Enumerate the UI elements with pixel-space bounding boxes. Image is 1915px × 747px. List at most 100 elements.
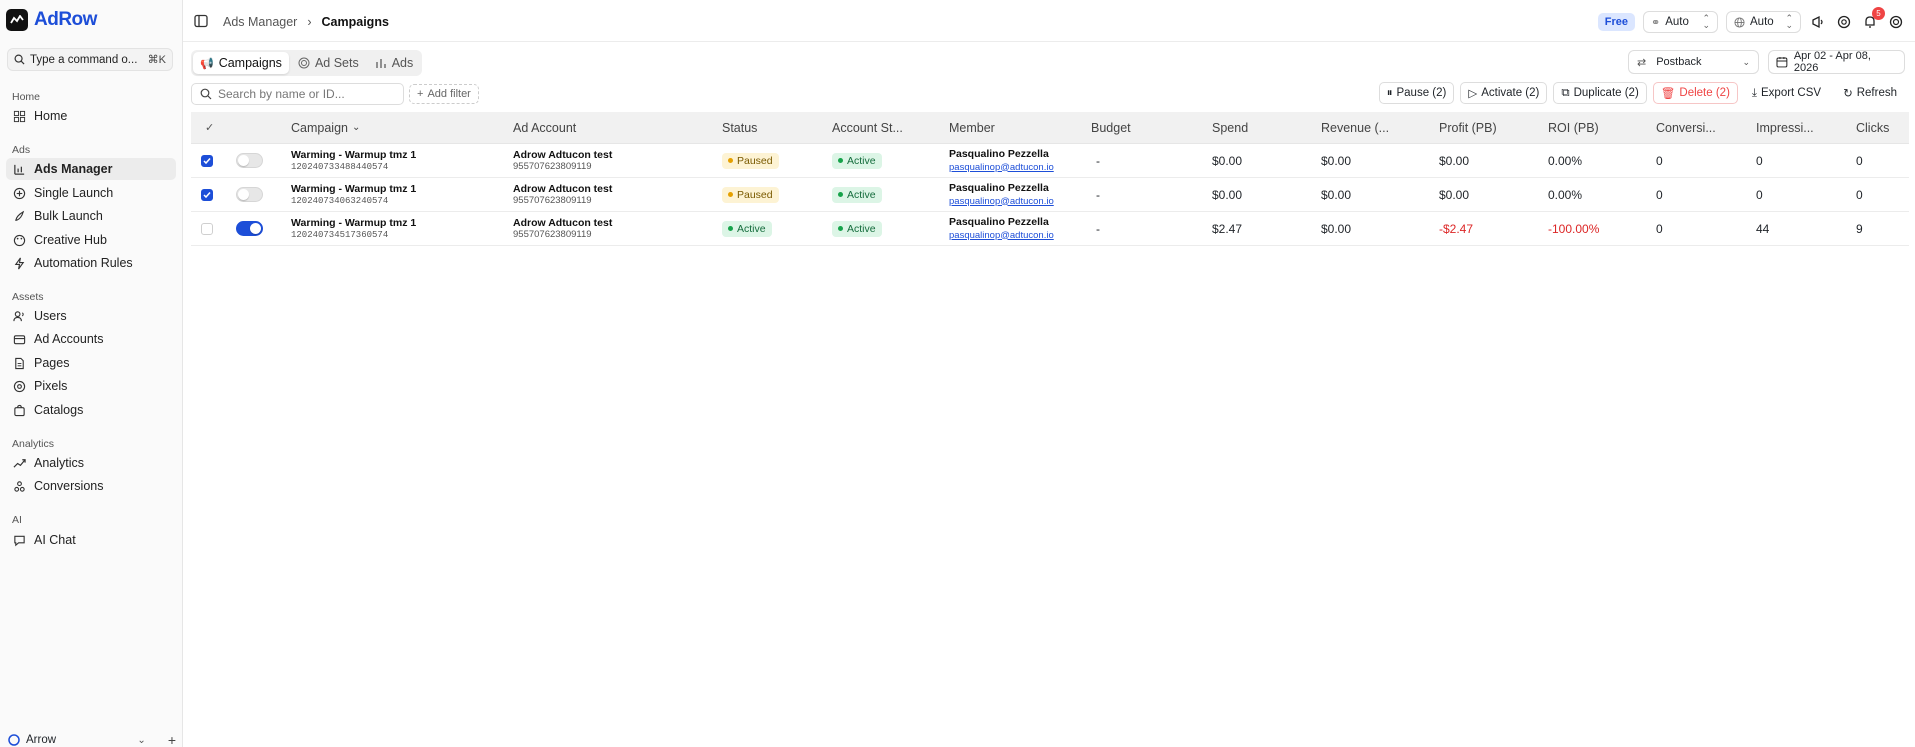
member-email[interactable]: pasqualinop@adtucon.io [949,195,1054,208]
table-row[interactable]: Warming - Warmup tmz 1 120240734517360574… [191,212,1909,246]
column-header[interactable]: Revenue (... [1321,121,1439,135]
campaign-name[interactable]: Warming - Warmup tmz 1 [291,217,416,229]
table-row[interactable]: Warming - Warmup tmz 1 120240733488440574… [191,144,1909,178]
sidebar-item-catalogs[interactable]: Catalogs [6,399,176,421]
campaign-search[interactable] [191,83,404,105]
select-all-header[interactable]: ✓ [191,121,236,134]
duplicate-button[interactable]: ⧉ Duplicate (2) [1553,82,1647,104]
pause-button[interactable]: ⏸ Pause (2) [1378,82,1455,104]
brand-logo[interactable]: AdRow [6,9,97,31]
member-email[interactable]: pasqualinop@adtucon.io [949,161,1054,174]
delete-button[interactable]: 🗑 Delete (2) [1652,82,1738,104]
export-label: Export CSV [1761,87,1822,99]
column-header-label: Member [949,120,995,135]
help-icon[interactable] [1835,13,1853,31]
member-email[interactable]: pasqualinop@adtucon.io [949,229,1054,242]
add-workspace-icon[interactable]: + [168,732,176,747]
row-checkbox[interactable] [201,154,213,167]
workspace-switcher[interactable]: Arrow ⌄ + [8,732,176,747]
column-header-label: Revenue (... [1321,120,1390,135]
home-icon [13,110,26,123]
sidebar-item-users[interactable]: Users [6,305,176,327]
refresh-button[interactable]: ↻ Refresh [1835,82,1905,104]
row-checkbox[interactable] [201,188,213,201]
status-toggle[interactable] [236,187,263,202]
campaign-name[interactable]: Warming - Warmup tmz 1 [291,183,416,195]
campaign-id: 120240734517360574 [291,229,389,240]
tab-ads[interactable]: Ads [368,52,421,74]
account-status-badge: Active [832,152,882,169]
status-toggle[interactable] [236,221,263,236]
bell-icon[interactable]: 5 [1861,7,1885,31]
tab-ad-sets[interactable]: Ad Sets [291,52,366,74]
row-checkbox[interactable] [201,222,213,235]
status-cell: Paused [722,152,832,169]
export-csv-button[interactable]: ⤓ Export CSV [1743,82,1830,104]
sidebar-item-ai-chat[interactable]: AI Chat [6,529,176,551]
campaign-cell[interactable]: Warming - Warmup tmz 1 120240733488440574 [291,149,513,173]
column-header[interactable]: Profit (PB) [1439,121,1548,135]
column-header[interactable]: Campaign ⌄ [291,121,513,135]
sidebar-item-ad-accounts[interactable]: Ad Accounts [6,328,176,350]
tab-campaigns[interactable]: 📢 Campaigns [193,52,289,74]
column-header[interactable]: ROI (PB) [1548,121,1656,135]
column-header[interactable]: Account St... [832,121,949,135]
row-toggle[interactable] [236,221,291,236]
row-toggle[interactable] [236,153,291,168]
sidebar-item-creative-hub[interactable]: Creative Hub [6,229,176,251]
row-select[interactable] [191,154,236,167]
column-header[interactable]: Impressi... [1756,121,1856,135]
add-filter-button[interactable]: + Add filter [409,84,479,104]
column-header[interactable]: Conversi... [1656,121,1756,135]
column-header[interactable]: Budget [1091,121,1212,135]
column-header[interactable]: Spend [1212,121,1321,135]
revenue-cell: $0.00 [1321,222,1439,236]
column-header[interactable]: Member [949,121,1091,135]
target-icon[interactable] [1887,13,1905,31]
breadcrumb-ads-manager[interactable]: Ads Manager [223,15,297,29]
activate-button[interactable]: ▷ Activate (2) [1460,82,1548,104]
sidebar-item-analytics[interactable]: Analytics [6,452,176,474]
column-header-label: ROI (PB) [1548,120,1599,135]
sidebar-item-automation-rules[interactable]: Automation Rules [6,252,176,274]
sidebar-section-title: Assets [12,291,44,303]
row-toggle[interactable] [236,187,291,202]
column-header[interactable]: Status [722,121,832,135]
sidebar-item-conversions[interactable]: Conversions [6,475,176,497]
auto-select-1[interactable]: ⚭ Auto ⌃ ⌄ [1643,11,1718,33]
column-header[interactable]: Ad Account [513,121,722,135]
status-badge: Paused [722,186,779,203]
spend-value: $2.47 [1212,221,1243,236]
postback-select[interactable]: ⇄ Postback ⌄ [1628,50,1759,74]
sidebar-section-title: Home [12,91,41,103]
campaign-cell[interactable]: Warming - Warmup tmz 1 120240734517360574 [291,217,513,241]
toggle-knob [238,189,249,200]
target-icon [13,380,26,393]
sidebar-item-label: Bulk Launch [34,209,103,223]
date-range-picker[interactable]: Apr 02 - Apr 08, 2026 [1768,50,1905,74]
account-status-label: Active [847,154,876,167]
row-select[interactable] [191,188,236,201]
column-header[interactable]: Clicks [1856,121,1915,135]
table-row[interactable]: Warming - Warmup tmz 1 120240734063240574… [191,178,1909,212]
sidebar-item-ads-manager[interactable]: Ads Manager [6,158,176,180]
sidebar-item-home[interactable]: Home [6,105,176,127]
file-icon [13,357,26,370]
sidebar-item-pages[interactable]: Pages [6,352,176,374]
search-input[interactable] [218,87,388,101]
account-status-label: Active [847,188,876,201]
row-select[interactable] [191,222,236,235]
roi-cell: 0.00% [1548,154,1656,168]
sidebar-item-single-launch[interactable]: Single Launch [6,182,176,204]
command-search[interactable]: Type a command o... ⌘K [7,48,173,71]
status-toggle[interactable] [236,153,263,168]
sidebar-item-pixels[interactable]: Pixels [6,375,176,397]
revenue-value: $0.00 [1321,153,1352,168]
campaign-name[interactable]: Warming - Warmup tmz 1 [291,149,416,161]
auto-select-2[interactable]: Auto ⌃ ⌄ [1726,11,1801,33]
megaphone-icon[interactable] [1809,13,1827,31]
campaign-cell[interactable]: Warming - Warmup tmz 1 120240734063240574 [291,183,513,207]
sidebar-toggle-icon[interactable] [194,14,208,31]
sidebar-item-bulk-launch[interactable]: Bulk Launch [6,205,176,227]
status-dot-icon [838,226,843,231]
